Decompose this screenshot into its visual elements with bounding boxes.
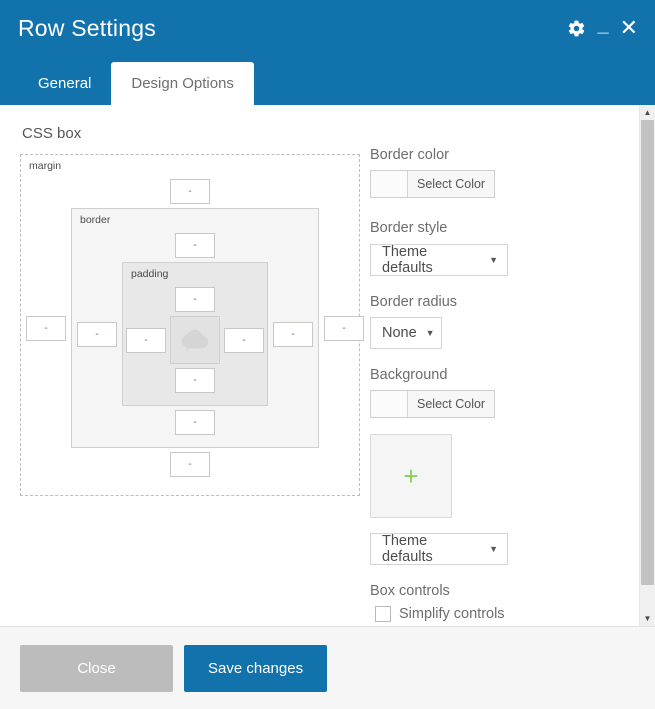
- background-image-upload[interactable]: +: [370, 434, 452, 518]
- background-color-picker[interactable]: Select Color: [370, 390, 496, 418]
- tab-general[interactable]: General: [18, 62, 111, 105]
- border-radius-group: Border radius None ▼: [370, 294, 619, 349]
- simplify-controls-checkbox[interactable]: [375, 606, 391, 622]
- chevron-down-icon: ▼: [489, 255, 498, 265]
- border-label: border: [80, 214, 111, 226]
- modal-body: CSS box margin border: [0, 105, 655, 626]
- tab-bar: General Design Options: [18, 62, 254, 105]
- image-placeholder-icon: [179, 327, 211, 353]
- chevron-down-icon: ▼: [489, 544, 498, 554]
- gear-icon[interactable]: [567, 19, 586, 38]
- background-style-value: Theme defaults: [382, 533, 433, 565]
- scroll-up-arrow-icon[interactable]: ▲: [640, 105, 655, 120]
- background-select-color-button[interactable]: Select Color: [408, 391, 494, 417]
- border-color-swatch[interactable]: [371, 171, 408, 197]
- border-select-color-button[interactable]: Select Color: [408, 171, 494, 197]
- margin-bottom-input[interactable]: [170, 452, 210, 477]
- border-style-label: Border style: [370, 220, 448, 236]
- background-color-swatch[interactable]: [371, 391, 408, 417]
- background-label: Background: [370, 367, 448, 383]
- border-style-value: Theme defaults: [382, 244, 433, 276]
- modal-header: Row Settings _ ✕ General Design Options: [0, 0, 655, 105]
- border-style-select[interactable]: Theme defaults ▼: [370, 244, 508, 276]
- padding-bottom-input[interactable]: [175, 368, 215, 393]
- border-left-input[interactable]: [77, 321, 117, 347]
- content-scrollbar[interactable]: ▲ ▼: [639, 105, 655, 626]
- background-style-select[interactable]: Theme defaults ▼: [370, 533, 508, 565]
- save-changes-button[interactable]: Save changes: [184, 644, 328, 692]
- border-right-input[interactable]: [273, 321, 313, 347]
- css-box-panel: CSS box margin border: [20, 123, 364, 616]
- scrollbar-thumb[interactable]: [641, 120, 654, 585]
- box-controls-group: Box controls Simplify controls: [370, 583, 619, 622]
- padding-label: padding: [131, 268, 169, 280]
- simplify-controls-label: Simplify controls: [399, 606, 505, 622]
- margin-middle-row: border padding: [21, 208, 364, 448]
- border-box: border padding: [71, 208, 319, 448]
- border-color-label: Border color: [370, 147, 449, 163]
- border-top-input[interactable]: [175, 233, 215, 258]
- padding-top-input[interactable]: [175, 287, 215, 312]
- border-color-picker[interactable]: Select Color: [370, 170, 496, 198]
- settings-content: CSS box margin border: [0, 105, 639, 626]
- margin-box: margin border: [20, 154, 364, 496]
- margin-right-input[interactable]: [324, 315, 364, 341]
- close-button[interactable]: Close: [20, 644, 173, 692]
- close-icon[interactable]: ✕: [620, 17, 638, 39]
- margin-label: margin: [29, 160, 62, 172]
- border-radius-value: None: [382, 325, 417, 341]
- tab-design-options[interactable]: Design Options: [111, 62, 254, 105]
- padding-right-input[interactable]: [224, 327, 264, 353]
- scrollbar-track[interactable]: [640, 120, 655, 611]
- padding-left-input[interactable]: [126, 327, 166, 353]
- chevron-down-icon: ▼: [425, 328, 435, 338]
- window-controls: _ ✕: [567, 15, 638, 39]
- box-controls-label: Box controls: [370, 583, 450, 599]
- border-bottom-input[interactable]: [175, 410, 215, 435]
- border-radius-select[interactable]: None ▼: [370, 317, 442, 349]
- modal-footer: Close Save changes: [0, 626, 655, 709]
- plus-icon: +: [403, 461, 419, 491]
- design-controls-panel: Border color Select Color Border style T…: [360, 123, 619, 622]
- background-group: Background Select Color + Theme defaults…: [370, 367, 619, 565]
- minimize-icon[interactable]: _: [597, 15, 608, 35]
- padding-middle-row: [123, 316, 267, 364]
- css-box-title: CSS box: [22, 125, 82, 142]
- border-color-group: Border color Select Color: [370, 147, 619, 202]
- border-middle-row: padding: [72, 262, 318, 406]
- margin-left-input[interactable]: [26, 315, 66, 341]
- border-style-group: Border style Theme defaults ▼: [370, 220, 619, 276]
- margin-top-input[interactable]: [170, 179, 210, 204]
- padding-box: padding: [122, 262, 268, 406]
- scroll-down-arrow-icon[interactable]: ▼: [640, 611, 655, 626]
- simplify-controls-row[interactable]: Simplify controls: [375, 606, 619, 622]
- content-box: [170, 316, 220, 364]
- border-radius-label: Border radius: [370, 294, 458, 310]
- page-title: Row Settings: [18, 15, 156, 41]
- row-settings-modal: Row Settings _ ✕ General Design Options …: [0, 0, 655, 709]
